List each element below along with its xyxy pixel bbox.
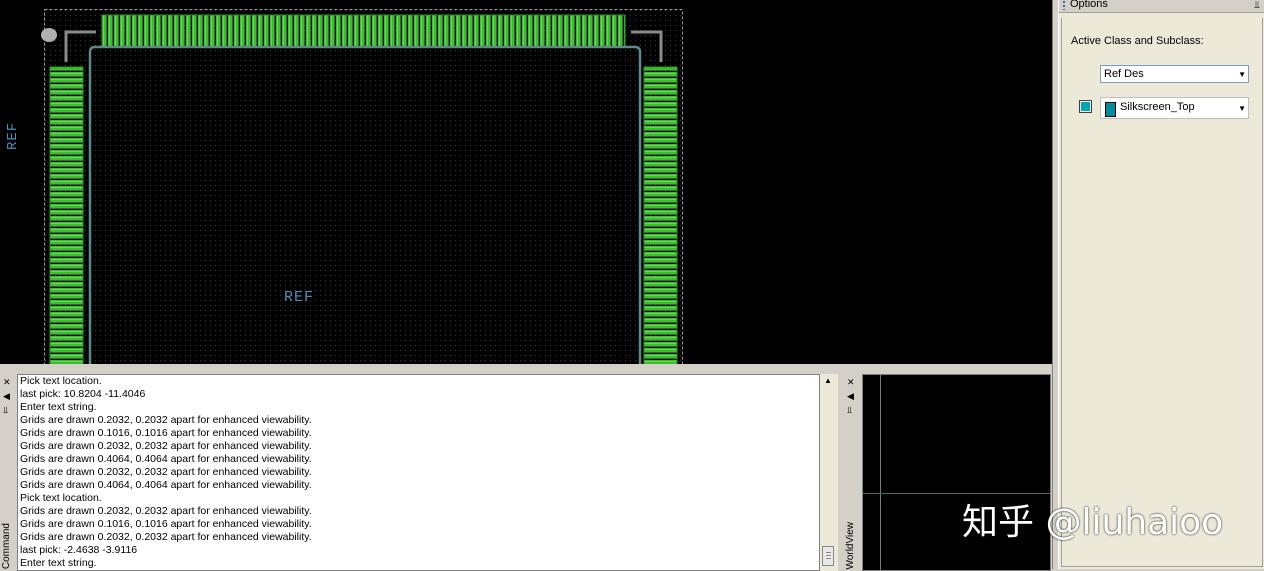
pcb-footprint-drawing[interactable]: REF REF (0, 0, 1052, 364)
arrow-left-icon[interactable]: ◀ (3, 391, 10, 401)
console-line: Grids are drawn 0.2032, 0.2032 apart for… (20, 440, 312, 452)
subclass-dropdown[interactable]: Silkscreen_Top ▼ (1100, 97, 1249, 119)
pin1-marker (41, 28, 57, 42)
console-line: Grids are drawn 0.2032, 0.2032 apart for… (20, 414, 312, 426)
arrow-left-icon[interactable]: ◀ (847, 391, 854, 401)
close-icon[interactable]: ✕ (3, 377, 11, 387)
options-body: Active Class and Subclass: Ref Des ▼ Sil… (1061, 18, 1263, 567)
class-value: Ref Des (1104, 68, 1144, 80)
console-line: Grids are drawn 0.1016, 0.1016 apart for… (20, 427, 312, 439)
console-line: Grids are drawn 0.4064, 0.4064 apart for… (20, 479, 312, 491)
pin-icon[interactable]: ⫫ (1254, 0, 1260, 11)
worldview-crosshair-v (880, 375, 881, 570)
console-line: Pick text location. (20, 375, 102, 387)
worldview-tab-label[interactable]: WorldView (845, 522, 856, 569)
console-line: last pick: -2.4638 -3.9116 (20, 544, 138, 556)
console-line: Enter text string. (20, 557, 97, 569)
grip-icon[interactable] (1063, 1, 1065, 10)
pin-icon[interactable]: ⫫ (3, 405, 8, 415)
console-line: Grids are drawn 0.2032, 0.2032 apart for… (20, 466, 312, 478)
console-line: Grids are drawn 0.4064, 0.4064 apart for… (20, 453, 312, 465)
command-console[interactable]: Pick text location. last pick: 10.8204 -1… (17, 374, 820, 571)
options-panel: Options ⫫ Active Class and Subclass: Ref… (1058, 0, 1264, 569)
pin-icon[interactable]: ⫫ (847, 405, 852, 415)
scroll-up-icon[interactable]: ▲ (824, 376, 832, 385)
subclass-swatch (1105, 102, 1116, 117)
console-line: last pick: 10.8204 -11.4046 (20, 388, 146, 400)
watermark: 知乎 @liuhaioo (962, 502, 1224, 543)
console-line: Enter text string. (20, 401, 97, 413)
grid-area (44, 9, 684, 364)
dropdown-arrow-icon[interactable]: ▼ (1238, 102, 1246, 115)
close-icon[interactable]: ✕ (847, 377, 855, 387)
console-line: Grids are drawn 0.2032, 0.2032 apart for… (20, 531, 312, 543)
options-title: Options (1070, 0, 1108, 10)
right-pad-column (644, 67, 677, 364)
scroll-thumb[interactable] (822, 546, 834, 566)
ref-label-vertical: REF (5, 122, 21, 150)
command-panel-tab: ✕ ◀ ⫫ Command (0, 374, 16, 571)
subclass-value: Silkscreen_Top (1120, 101, 1195, 113)
class-dropdown[interactable]: Ref Des ▼ (1100, 65, 1249, 83)
worldview-panel-tab: ✕ ◀ ⫫ WorldView (844, 374, 860, 571)
subclass-color-chip[interactable] (1079, 100, 1092, 113)
command-tab-label[interactable]: Command (1, 523, 12, 569)
bottom-dock: ✕ ◀ ⫫ Command Pick text location. last pi… (0, 364, 1052, 571)
console-line: Grids are drawn 0.1016, 0.1016 apart for… (20, 518, 312, 530)
dropdown-arrow-icon[interactable]: ▼ (1238, 68, 1246, 81)
top-pad-row (102, 15, 625, 47)
console-scrollbar[interactable]: ▲ (820, 374, 838, 571)
active-class-label: Active Class and Subclass: (1071, 35, 1204, 47)
options-titlebar: Options ⫫ (1059, 0, 1264, 13)
console-line: Grids are drawn 0.2032, 0.2032 apart for… (20, 505, 312, 517)
design-canvas[interactable]: REF REF (0, 0, 1052, 364)
console-line: Pick text location. (20, 492, 102, 504)
ref-label-center: REF (284, 289, 314, 306)
left-pad-column (50, 67, 83, 364)
